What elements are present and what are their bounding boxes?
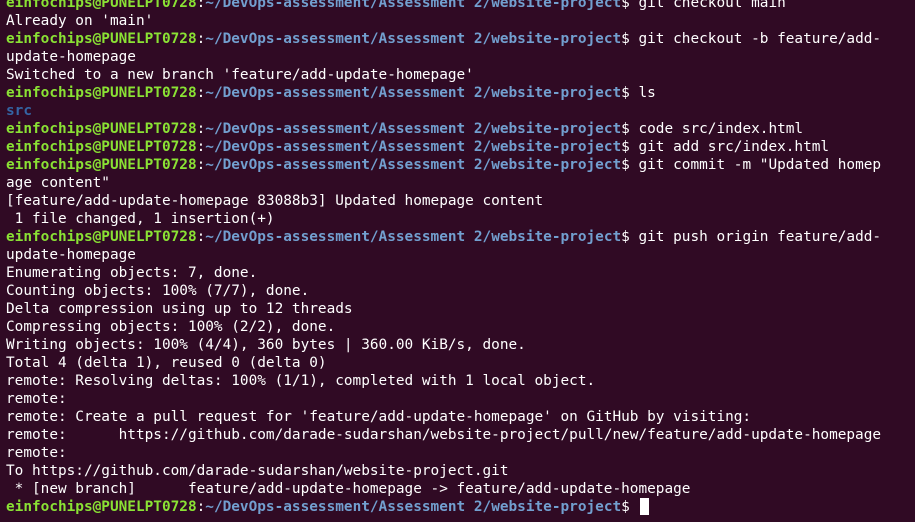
prompt-user-host: einfochips@PUNELPT0728	[6, 499, 197, 515]
output-text: Enumerating objects: 7, done.	[6, 265, 258, 281]
output-text: remote: Resolving deltas: 100% (1/1), co…	[6, 373, 596, 389]
output-text: remote: Create a pull request for 'featu…	[6, 409, 752, 425]
prompt-symbol: $	[621, 499, 639, 515]
output-line: Enumerating objects: 7, done.	[6, 264, 915, 282]
prompt-symbol: $	[621, 229, 639, 245]
prompt-user-host: einfochips@PUNELPT0728	[6, 229, 197, 245]
prompt-symbol: $	[621, 85, 639, 101]
output-line: remote: Resolving deltas: 100% (1/1), co…	[6, 372, 915, 390]
output-line: Compressing objects: 100% (2/2), done.	[6, 318, 915, 336]
output-line: update-homepage	[6, 48, 915, 66]
terminal-output: einfochips@PUNELPT0728:~/DevOps-assessme…	[6, 0, 915, 516]
prompt-symbol: $	[621, 121, 639, 137]
prompt-line: einfochips@PUNELPT0728:~/DevOps-assessme…	[6, 228, 915, 246]
output-line: Counting objects: 100% (7/7), done.	[6, 282, 915, 300]
output-text: update-homepage	[6, 49, 136, 65]
output-text: Writing objects: 100% (4/4), 360 bytes |…	[6, 337, 526, 353]
directory-name: src	[6, 103, 32, 119]
output-text: To https://github.com/darade-sudarshan/w…	[6, 463, 509, 479]
command-text: git checkout -b feature/add-	[638, 31, 882, 47]
directory-listing: src	[6, 102, 915, 120]
output-line: To https://github.com/darade-sudarshan/w…	[6, 462, 915, 480]
output-text: * [new branch] feature/add-update-homepa…	[6, 481, 691, 497]
prompt-symbol: $	[621, 157, 639, 173]
prompt-separator: :	[196, 499, 206, 515]
prompt-symbol: $	[621, 139, 639, 155]
prompt-symbol: $	[621, 0, 639, 11]
output-text: 1 file changed, 1 insertion(+)	[6, 211, 275, 227]
prompt-line: einfochips@PUNELPT0728:~/DevOps-assessme…	[6, 120, 915, 138]
output-text: Delta compression using up to 12 threads	[6, 301, 353, 317]
output-text: Already on 'main'	[6, 13, 154, 29]
prompt-user-host: einfochips@PUNELPT0728	[6, 31, 197, 47]
prompt-path: ~/DevOps-assessment/Assessment 2/website…	[205, 0, 622, 11]
prompt-path: ~/DevOps-assessment/Assessment 2/website…	[205, 139, 622, 155]
prompt-user-host: einfochips@PUNELPT0728	[6, 139, 197, 155]
prompt-line: einfochips@PUNELPT0728:~/DevOps-assessme…	[6, 30, 915, 48]
output-text: age content"	[6, 175, 110, 191]
command-text: git add src/index.html	[638, 139, 830, 155]
prompt-path: ~/DevOps-assessment/Assessment 2/website…	[205, 31, 622, 47]
output-line: * [new branch] feature/add-update-homepa…	[6, 480, 915, 498]
output-text: Switched to a new branch 'feature/add-up…	[6, 67, 474, 83]
output-line: Already on 'main'	[6, 12, 915, 30]
command-text: ls	[638, 85, 656, 101]
prompt-line: einfochips@PUNELPT0728:~/DevOps-assessme…	[6, 84, 915, 102]
prompt-separator: :	[196, 139, 206, 155]
prompt-user-host: einfochips@PUNELPT0728	[6, 157, 197, 173]
output-line: remote:	[6, 390, 915, 408]
output-line: Switched to a new branch 'feature/add-up…	[6, 66, 915, 84]
output-text: remote:	[6, 445, 67, 461]
prompt-separator: :	[196, 85, 206, 101]
command-text: git commit -m "Updated homep	[638, 157, 882, 173]
prompt-separator: :	[196, 31, 206, 47]
output-line: remote: https://github.com/darade-sudars…	[6, 426, 915, 444]
output-line: remote: Create a pull request for 'featu…	[6, 408, 915, 426]
terminal-window[interactable]: einfochips@PUNELPT0728:~/DevOps-assessme…	[0, 0, 915, 522]
prompt-line: einfochips@PUNELPT0728:~/DevOps-assessme…	[6, 498, 915, 516]
prompt-line: einfochips@PUNELPT0728:~/DevOps-assessme…	[6, 138, 915, 156]
text-cursor	[640, 498, 650, 515]
command-text: code src/index.html	[638, 121, 804, 137]
prompt-user-host: einfochips@PUNELPT0728	[6, 0, 197, 11]
prompt-separator: :	[196, 121, 206, 137]
prompt-path: ~/DevOps-assessment/Assessment 2/website…	[205, 85, 622, 101]
prompt-line: einfochips@PUNELPT0728:~/DevOps-assessme…	[6, 0, 915, 12]
output-line: [feature/add-update-homepage 83088b3] Up…	[6, 192, 915, 210]
prompt-line: einfochips@PUNELPT0728:~/DevOps-assessme…	[6, 156, 915, 174]
output-line: Writing objects: 100% (4/4), 360 bytes |…	[6, 336, 915, 354]
prompt-path: ~/DevOps-assessment/Assessment 2/website…	[205, 499, 622, 515]
output-line: Total 4 (delta 1), reused 0 (delta 0)	[6, 354, 915, 372]
command-text: git push origin feature/add-	[638, 229, 882, 245]
output-text: remote: https://github.com/darade-sudars…	[6, 427, 882, 443]
output-text: remote:	[6, 391, 67, 407]
prompt-separator: :	[196, 157, 206, 173]
prompt-separator: :	[196, 229, 206, 245]
prompt-user-host: einfochips@PUNELPT0728	[6, 85, 197, 101]
output-text: Compressing objects: 100% (2/2), done.	[6, 319, 336, 335]
prompt-path: ~/DevOps-assessment/Assessment 2/website…	[205, 157, 622, 173]
output-text: Counting objects: 100% (7/7), done.	[6, 283, 310, 299]
prompt-separator: :	[196, 0, 206, 11]
output-line: Delta compression using up to 12 threads	[6, 300, 915, 318]
prompt-path: ~/DevOps-assessment/Assessment 2/website…	[205, 121, 622, 137]
command-text: git checkout main	[638, 0, 786, 11]
output-line: update-homepage	[6, 246, 915, 264]
output-line: age content"	[6, 174, 915, 192]
output-line: remote:	[6, 444, 915, 462]
output-line: 1 file changed, 1 insertion(+)	[6, 210, 915, 228]
prompt-path: ~/DevOps-assessment/Assessment 2/website…	[205, 229, 622, 245]
output-text: update-homepage	[6, 247, 136, 263]
prompt-user-host: einfochips@PUNELPT0728	[6, 121, 197, 137]
output-text: [feature/add-update-homepage 83088b3] Up…	[6, 193, 544, 209]
prompt-symbol: $	[621, 31, 639, 47]
output-text: Total 4 (delta 1), reused 0 (delta 0)	[6, 355, 327, 371]
